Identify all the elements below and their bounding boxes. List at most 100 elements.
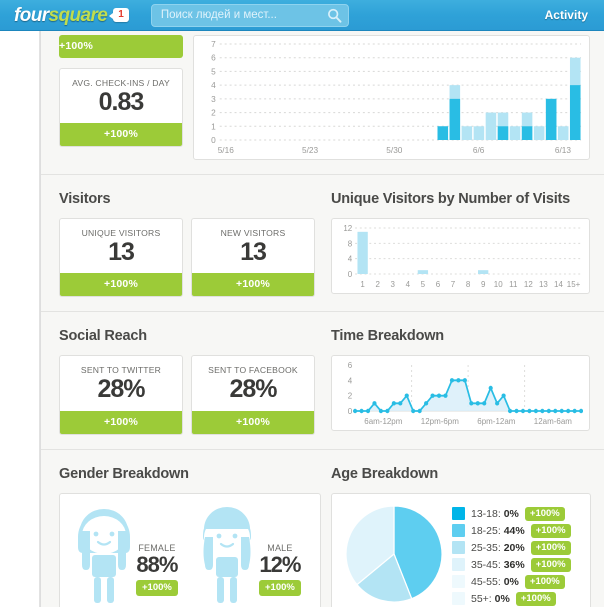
section-social-reach: Social Reach SENT TO TWITTER 28% +100% S…: [41, 312, 604, 450]
time-breakdown-line-chart: 6 4 2 0 6am-12pm 12pm-6pm 6pm-12am 12am-6am: [348, 361, 584, 426]
stat-label: UNIQUE VISITORS: [81, 228, 161, 238]
nav-activity-link[interactable]: Activity: [545, 8, 592, 22]
stat-value: 28%: [97, 375, 145, 404]
svg-text:4: 4: [211, 80, 216, 90]
svg-text:6: 6: [436, 280, 441, 289]
svg-text:6/13: 6/13: [555, 145, 571, 155]
svg-text:0: 0: [348, 407, 353, 416]
svg-text:4: 4: [348, 254, 353, 263]
svg-text:12: 12: [524, 280, 533, 289]
stat-change-pill: +100%: [192, 410, 314, 434]
search-box[interactable]: [150, 3, 349, 27]
checkins-stat-column: +100% AVG. CHECK-INS / DAY 0.83 +100%: [59, 35, 183, 148]
foursquare-logo[interactable]: foursquare 1: [14, 6, 129, 25]
svg-text:6/6: 6/6: [473, 145, 485, 155]
age-breakdown-panel: 13-18: 0% +100% 18-25: 44% +100% 25-35: 20% +…: [331, 492, 591, 607]
stat-value: 28%: [229, 375, 277, 404]
left-gutter: [0, 31, 40, 607]
svg-text:3: 3: [391, 280, 396, 289]
svg-text:8: 8: [348, 239, 353, 248]
svg-text:5: 5: [421, 280, 426, 289]
social-reach-title: Social Reach: [59, 328, 147, 345]
gender-unit-female: FEMALE 88% +100%: [68, 502, 191, 607]
legend-row: 13-18: 0% +100%: [452, 506, 571, 521]
legend-swatch-icon: [452, 541, 465, 554]
svg-text:8: 8: [466, 280, 471, 289]
stat-label: AVG. CHECK-INS / DAY: [72, 78, 170, 88]
stat-value: 0.83: [98, 88, 145, 116]
stat-value: 13: [108, 238, 135, 266]
checkins-chart-panel: 7 6 5 4 3 2 1 0 5/16 5/23 5/30 6/6 6/13: [193, 35, 590, 160]
stat-card-sent-to-twitter: SENT TO TWITTER 28% +100%: [59, 355, 183, 435]
gender-breakdown-panel: FEMALE 88% +100% MALE 12% +100%: [59, 492, 321, 607]
gender-value: 88%: [136, 552, 178, 578]
svg-text:13: 13: [539, 280, 548, 289]
svg-text:15+: 15+: [567, 280, 581, 289]
legend-change-pill: +100%: [524, 574, 565, 589]
svg-text:14: 14: [554, 280, 563, 289]
unique-visitors-bar-chart: 128401 2 3 4 5 6 7 8 9 10 11 12 13 14 15+: [343, 224, 582, 289]
visitors-stat-column: UNIQUE VISITORS 13 +100% NEW VISITORS 13…: [59, 218, 321, 298]
stat-change-pill: +100%: [60, 273, 182, 297]
search-input[interactable]: [160, 9, 327, 21]
svg-text:5/23: 5/23: [302, 145, 318, 155]
legend-swatch-icon: [452, 507, 465, 520]
stat-card-new-visitors: NEW VISITORS 13 +100%: [191, 218, 315, 298]
stat-card-avg-checkins: AVG. CHECK-INS / DAY 0.83 +100%: [59, 68, 183, 148]
stat-label: SENT TO TWITTER: [80, 365, 162, 376]
stat-card-sent-to-facebook: SENT TO FACEBOOK 28% +100%: [191, 355, 315, 435]
top-navigation-bar: foursquare 1 Activity: [0, 0, 604, 31]
age-pie-chart: [345, 504, 443, 603]
stat-value: 13: [240, 238, 267, 266]
legend-change-pill: +100%: [530, 523, 571, 538]
checkins-top-pill: +100%: [59, 35, 183, 58]
legend-label: 25-35: 20%: [471, 541, 525, 554]
gender-value: 12%: [259, 552, 301, 578]
legend-label: 18-25: 44%: [471, 524, 525, 537]
male-avatar-icon: [191, 501, 263, 607]
legend-swatch-icon: [452, 524, 465, 537]
female-stats: FEMALE 88% +100%: [136, 543, 178, 607]
legend-swatch-icon: [452, 575, 465, 588]
stat-label: NEW VISITORS: [220, 228, 286, 238]
gender-unit-male: MALE 12% +100%: [191, 502, 314, 607]
svg-text:0: 0: [211, 135, 216, 145]
checkins-bar-chart: 7 6 5 4 3 2 1 05/16 5/23 5/30 6/6 6/13: [211, 39, 582, 155]
svg-text:6: 6: [348, 361, 353, 370]
svg-text:0: 0: [348, 270, 353, 279]
legend-change-pill: +100%: [515, 591, 556, 606]
legend-change-pill: +100%: [530, 540, 571, 555]
stat-label: SENT TO FACEBOOK: [208, 365, 298, 376]
page-body: +100% AVG. CHECK-INS / DAY 0.83 +100% 7 6…: [0, 31, 604, 607]
svg-text:5/16: 5/16: [218, 145, 234, 155]
legend-change-pill: +100%: [524, 506, 565, 521]
svg-text:2: 2: [348, 392, 353, 401]
logo-four: four: [14, 4, 49, 26]
svg-text:12pm-6pm: 12pm-6pm: [421, 417, 459, 426]
svg-text:7: 7: [211, 40, 216, 49]
social-stat-column: SENT TO TWITTER 28% +100% SENT TO FACEBO…: [59, 355, 321, 435]
svg-text:12am-6am: 12am-6am: [534, 417, 572, 426]
notification-badge[interactable]: 1: [109, 8, 129, 22]
legend-label: 13-18: 0%: [471, 507, 519, 520]
legend-change-pill: +100%: [530, 557, 571, 572]
male-stats: MALE 12% +100%: [259, 543, 301, 607]
legend-row: 55+: 0% +100%: [452, 591, 571, 606]
svg-text:11: 11: [509, 280, 518, 289]
svg-text:4: 4: [406, 280, 411, 289]
legend-label: 45-55: 0%: [471, 575, 519, 588]
legend-row: 45-55: 0% +100%: [452, 574, 571, 589]
legend-row: 18-25: 44% +100%: [452, 523, 571, 538]
svg-text:2: 2: [375, 280, 380, 289]
age-legend: 13-18: 0% +100% 18-25: 44% +100% 25-35: 20% +…: [452, 502, 571, 607]
stat-change-pill: +100%: [60, 123, 182, 147]
stat-card-unique-visitors: UNIQUE VISITORS 13 +100%: [59, 218, 183, 298]
gender-breakdown-title: Gender Breakdown: [59, 465, 189, 482]
search-icon[interactable]: [327, 8, 342, 23]
legend-row: 25-35: 20% +100%: [452, 540, 571, 555]
svg-text:5: 5: [211, 66, 216, 76]
svg-text:5/30: 5/30: [386, 145, 402, 155]
unique-visitors-chart-panel: 12 8 4 0 1 2 3 4 5 6 7 8 9 10 11 12 13 14 15+: [331, 218, 590, 294]
svg-text:6am-12pm: 6am-12pm: [364, 417, 402, 426]
dashboard-content: +100% AVG. CHECK-INS / DAY 0.83 +100% 7 6…: [40, 31, 604, 607]
